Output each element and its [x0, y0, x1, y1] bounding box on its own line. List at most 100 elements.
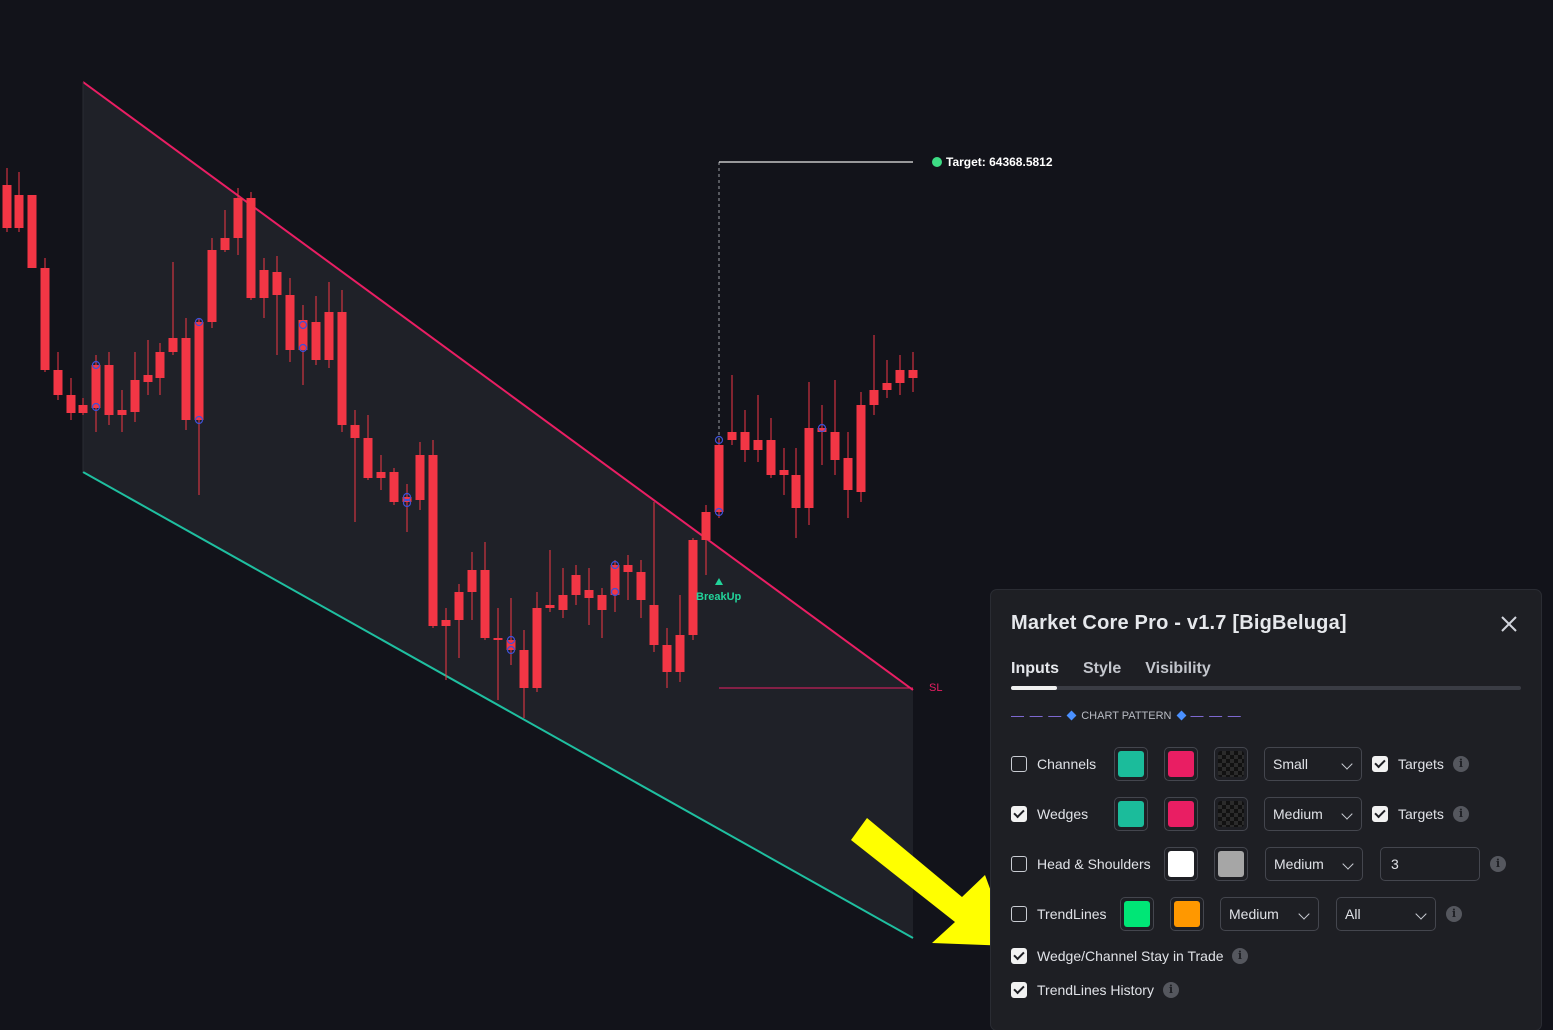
candle-body	[66, 395, 76, 413]
candle-body	[895, 370, 905, 383]
head-shoulders-label: Head & Shoulders	[1037, 856, 1151, 872]
chevron-down-icon	[1415, 908, 1427, 920]
candle-body	[675, 635, 685, 672]
candle-body	[155, 352, 165, 378]
head-shoulders-checkbox[interactable]	[1011, 856, 1027, 872]
candle-body	[14, 195, 24, 228]
row-trendlines: TrendLines	[1011, 897, 1107, 931]
candle-body	[454, 592, 464, 620]
candle-body	[714, 445, 724, 512]
trendlines-size-select[interactable]: Medium	[1220, 897, 1319, 931]
trendlines-checkbox[interactable]	[1011, 906, 1027, 922]
candle-body	[779, 470, 789, 475]
close-icon[interactable]	[1499, 614, 1519, 634]
candle-body	[791, 475, 801, 508]
candle-body	[194, 322, 204, 420]
candle-body	[688, 540, 698, 635]
diamond-icon	[1066, 710, 1077, 721]
channels-fill-color-swatch[interactable]	[1214, 747, 1248, 781]
tab-visibility[interactable]: Visibility	[1145, 660, 1211, 678]
candle-body	[311, 322, 321, 360]
channels-checkbox[interactable]	[1011, 756, 1027, 772]
candle-body	[168, 338, 178, 352]
candle-body	[53, 370, 63, 395]
candle-body	[78, 405, 88, 413]
trendlines-history-checkbox[interactable]	[1011, 982, 1027, 998]
candle-body	[27, 195, 37, 268]
info-icon[interactable]: i	[1232, 948, 1248, 964]
wedges-bear-color-swatch[interactable]	[1164, 797, 1198, 831]
chevron-down-icon	[1342, 858, 1354, 870]
candle-body	[130, 380, 140, 412]
info-icon[interactable]: i	[1453, 806, 1469, 822]
candle-body	[623, 565, 633, 572]
channel-fill	[83, 82, 913, 938]
row-head-shoulders: Head & Shoulders	[1011, 847, 1151, 881]
row-stay-in-trade: Wedge/Channel Stay in Trade	[1011, 939, 1224, 973]
trendlines-color2-swatch[interactable]	[1170, 897, 1204, 931]
head-shoulders-size-value: Medium	[1274, 856, 1324, 872]
stay-in-trade-checkbox[interactable]	[1011, 948, 1027, 964]
candle-body	[908, 370, 918, 378]
info-icon[interactable]: i	[1453, 756, 1469, 772]
candle-body	[869, 390, 879, 405]
candle-body	[532, 608, 542, 688]
candle-body	[259, 270, 269, 298]
candle-body	[753, 440, 763, 450]
candle-body	[104, 365, 114, 415]
candle-body	[480, 570, 490, 638]
info-icon[interactable]: i	[1490, 856, 1506, 872]
candle-body	[415, 455, 425, 500]
wedges-size-select[interactable]: Medium	[1264, 797, 1362, 831]
candle-body	[246, 198, 256, 298]
channels-bull-color-swatch[interactable]	[1114, 747, 1148, 781]
info-icon[interactable]: i	[1163, 982, 1179, 998]
wedges-label: Wedges	[1037, 806, 1089, 822]
candle-body	[649, 605, 659, 645]
head-shoulders-value-input[interactable]: 3	[1380, 847, 1480, 881]
target-dot-icon	[932, 157, 942, 167]
wedges-targets-label: Targets	[1398, 806, 1444, 822]
row-trendlines-history: TrendLines History	[1011, 973, 1154, 1007]
row-wedges: Wedges	[1011, 797, 1088, 831]
trendlines-filter-value: All	[1345, 906, 1361, 922]
tab-inputs[interactable]: Inputs	[1011, 660, 1059, 678]
candle-body	[701, 512, 711, 540]
trendlines-color1-swatch[interactable]	[1120, 897, 1154, 931]
head-shoulders-color2-swatch[interactable]	[1214, 847, 1248, 881]
candle-body	[571, 575, 581, 595]
wedges-fill-color-swatch[interactable]	[1214, 797, 1248, 831]
candle-body	[117, 410, 127, 415]
wedges-size-value: Medium	[1273, 806, 1323, 822]
candle-body	[220, 238, 230, 250]
candle-body	[363, 438, 373, 478]
wedges-targets-checkbox[interactable]	[1372, 806, 1388, 822]
row-channels: Channels	[1011, 747, 1096, 781]
channels-targets-label: Targets	[1398, 756, 1444, 772]
channels-targets-checkbox[interactable]	[1372, 756, 1388, 772]
channels-size-select[interactable]: Small	[1264, 747, 1362, 781]
info-icon[interactable]: i	[1446, 906, 1462, 922]
trendlines-label: TrendLines	[1037, 906, 1107, 922]
head-shoulders-size-select[interactable]: Medium	[1265, 847, 1363, 881]
candle-body	[389, 472, 399, 502]
trendlines-filter-select[interactable]: All	[1336, 897, 1436, 931]
tab-indicator-track	[1011, 686, 1521, 690]
settings-dialog: Market Core Pro - v1.7 [BigBeluga] Input…	[991, 590, 1541, 1030]
channels-size-value: Small	[1273, 756, 1309, 772]
candle-body	[545, 605, 555, 608]
candle-body	[519, 650, 529, 688]
dash-decoration: — — —	[1190, 708, 1242, 723]
channels-bear-color-swatch[interactable]	[1164, 747, 1198, 781]
candle-body	[662, 645, 672, 672]
wedges-checkbox[interactable]	[1011, 806, 1027, 822]
candle-body	[441, 620, 451, 626]
head-shoulders-color1-swatch[interactable]	[1164, 847, 1198, 881]
candle-body	[558, 595, 568, 610]
wedges-bull-color-swatch[interactable]	[1114, 797, 1148, 831]
wedges-targets: Targets	[1372, 806, 1444, 822]
tab-style[interactable]: Style	[1083, 660, 1121, 678]
candle-body	[337, 312, 347, 425]
candle-body	[467, 570, 477, 592]
candle-body	[843, 458, 853, 490]
